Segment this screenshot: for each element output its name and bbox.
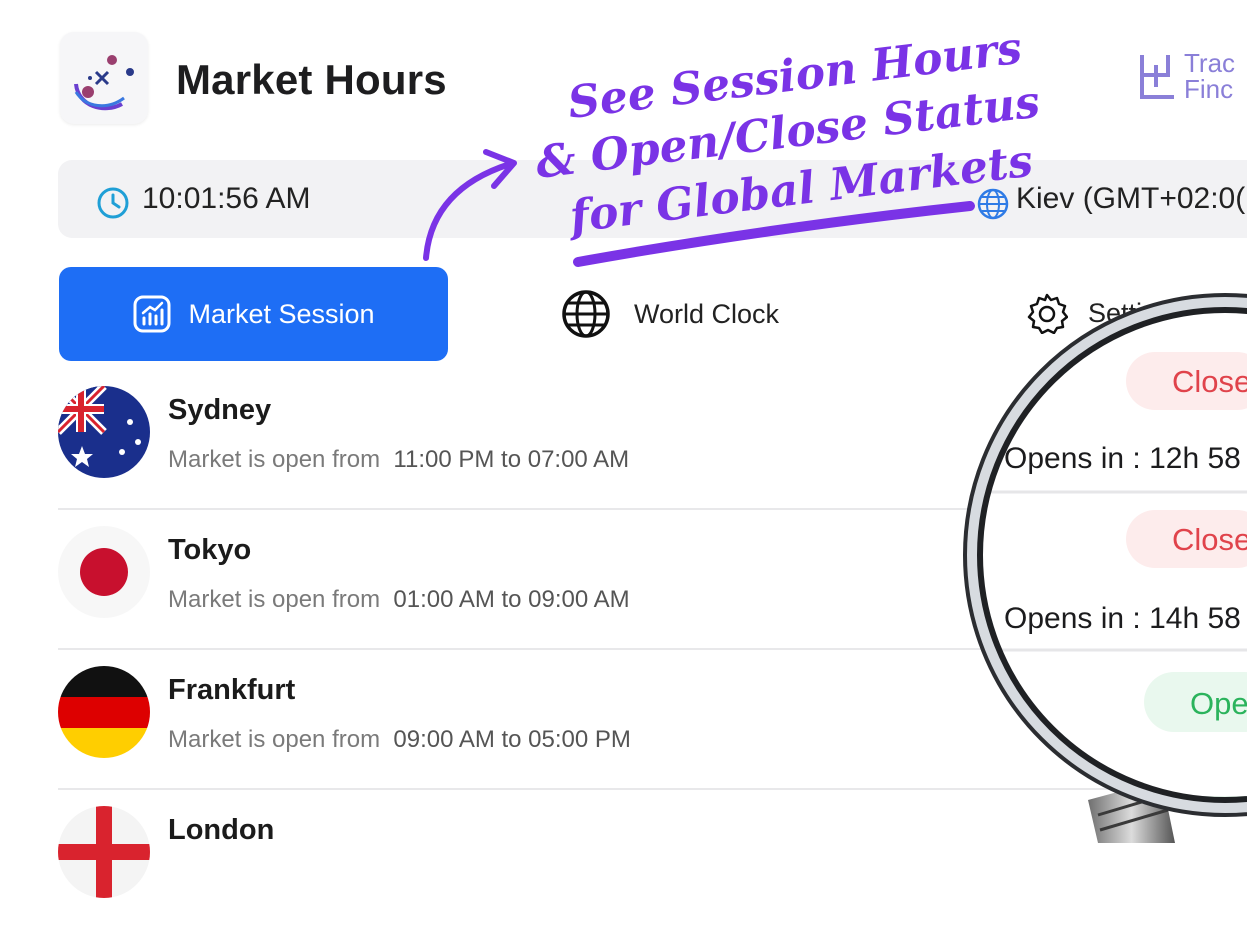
opens-in-countdown: Opens in : 14h 58 [1004,602,1241,635]
status-closed-text: Close [1172,364,1247,399]
status-closed-text: Close [1172,522,1247,557]
opens-in-countdown: Opens in : 12h 58 [1004,442,1241,475]
magnifier: Close Opens in : 12h 58 Close Opens in :… [963,293,1247,843]
status-open-text: Ope [1190,686,1247,721]
